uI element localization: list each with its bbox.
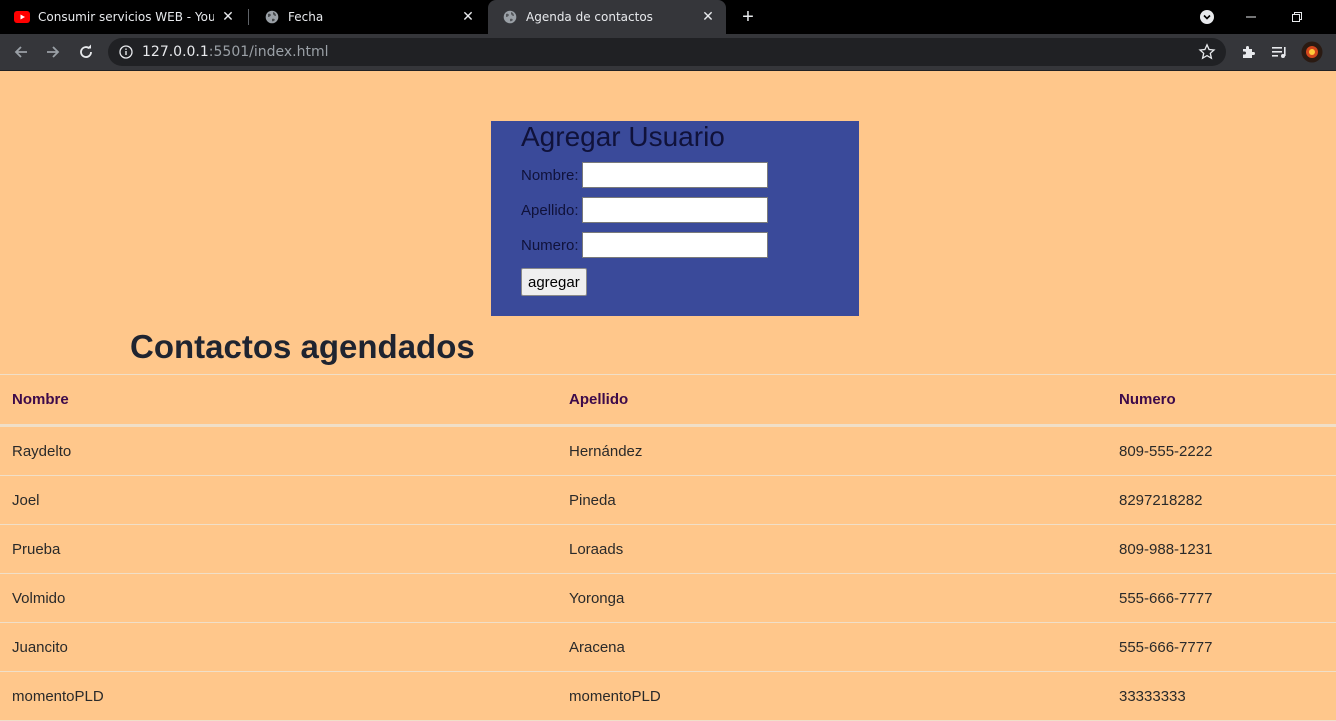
url-text: 127.0.0.1:5501/index.html: [142, 44, 329, 60]
globe-icon: [264, 9, 280, 25]
nombre-row: Nombre:: [521, 162, 768, 188]
tab-fecha[interactable]: Fecha ✕: [250, 0, 486, 34]
avatar[interactable]: [1300, 40, 1324, 64]
table-row: Juancito Aracena 555-666-7777: [0, 622, 1336, 672]
contacts-table: Nombre Apellido Numero Raydelto Hernánde…: [0, 374, 1336, 721]
cell-numero: 809-555-2222: [1107, 425, 1336, 476]
url-host: 127.0.0.1: [142, 44, 209, 60]
globe-icon: [502, 9, 518, 25]
cell-nombre: Prueba: [0, 524, 557, 574]
cell-apellido: Yoronga: [557, 573, 1107, 623]
cell-nombre: Joel: [0, 475, 557, 525]
restore-icon[interactable]: [1274, 0, 1320, 34]
tab-separator: [248, 9, 249, 25]
add-user-form: Agregar Usuario Nombre: Apellido: Numero…: [491, 121, 859, 316]
form-title: Agregar Usuario: [521, 121, 725, 152]
apellido-row: Apellido:: [521, 197, 768, 223]
minimize-icon[interactable]: [1228, 0, 1274, 34]
cell-nombre: momentoPLD: [0, 671, 557, 721]
cell-apellido: Aracena: [557, 622, 1107, 672]
cell-apellido: Loraads: [557, 524, 1107, 574]
cell-nombre: Volmido: [0, 573, 557, 623]
numero-input[interactable]: [581, 232, 768, 258]
close-tab-icon[interactable]: ✕: [700, 9, 716, 25]
cell-numero: 8297218282: [1107, 475, 1336, 525]
info-icon[interactable]: [118, 44, 134, 60]
apellido-input[interactable]: [581, 197, 768, 223]
nombre-input[interactable]: [581, 162, 768, 188]
table-row: Prueba Loraads 809-988-1231: [0, 524, 1336, 574]
apellido-label: Apellido:: [521, 201, 579, 219]
reload-icon[interactable]: [71, 37, 101, 67]
cell-numero: 555-666-7777: [1107, 622, 1336, 672]
tab-strip: Consumir servicios WEB - YouTube ✕ Fecha…: [0, 0, 1336, 34]
column-header-apellido: Apellido: [557, 374, 1107, 427]
table-row: Volmido Yoronga 555-666-7777: [0, 573, 1336, 623]
cell-numero: 809-988-1231: [1107, 524, 1336, 574]
table-row: Joel Pineda 8297218282: [0, 475, 1336, 525]
table-header-row: Nombre Apellido Numero: [0, 374, 1336, 427]
cell-numero: 33333333: [1107, 671, 1336, 721]
new-tab-icon[interactable]: +: [737, 6, 759, 28]
tab-title: Agenda de contactos: [526, 10, 653, 24]
forward-icon[interactable]: [38, 37, 68, 67]
cell-nombre: Juancito: [0, 622, 557, 672]
close-tab-icon[interactable]: ✕: [220, 9, 236, 25]
close-tab-icon[interactable]: ✕: [460, 9, 476, 25]
extensions-icon[interactable]: [1236, 40, 1260, 64]
tab-youtube[interactable]: Consumir servicios WEB - YouTube ✕: [0, 0, 246, 34]
youtube-icon: [14, 9, 30, 25]
cell-apellido: Pineda: [557, 475, 1107, 525]
cell-apellido: momentoPLD: [557, 671, 1107, 721]
table-row: Raydelto Hernández 809-555-2222: [0, 425, 1336, 476]
table-row: momentoPLD momentoPLD 33333333: [0, 671, 1336, 721]
column-header-numero: Numero: [1107, 374, 1336, 427]
toolbar-divider: [0, 70, 1336, 71]
bookmark-star-icon[interactable]: [1198, 43, 1216, 61]
tab-title: Consumir servicios WEB - YouTube: [38, 10, 214, 24]
cell-nombre: Raydelto: [0, 425, 557, 476]
numero-label: Numero:: [521, 236, 579, 254]
tab-title: Fecha: [288, 10, 324, 24]
contacts-title: Contactos agendados: [130, 328, 475, 365]
browser-toolbar: 127.0.0.1:5501/index.html: [0, 34, 1336, 70]
numero-row: Numero:: [521, 232, 768, 258]
cell-apellido: Hernández: [557, 425, 1107, 476]
nombre-label: Nombre:: [521, 166, 579, 184]
media-control-icon[interactable]: [1268, 40, 1292, 64]
cell-numero: 555-666-7777: [1107, 573, 1336, 623]
add-button[interactable]: agregar: [521, 268, 587, 296]
address-bar[interactable]: 127.0.0.1:5501/index.html: [108, 38, 1226, 66]
back-icon[interactable]: [6, 37, 36, 67]
column-header-nombre: Nombre: [0, 374, 557, 427]
tab-search-icon[interactable]: [1184, 0, 1230, 34]
tab-agenda[interactable]: Agenda de contactos ✕: [488, 0, 726, 34]
url-path: :5501/index.html: [208, 44, 329, 60]
